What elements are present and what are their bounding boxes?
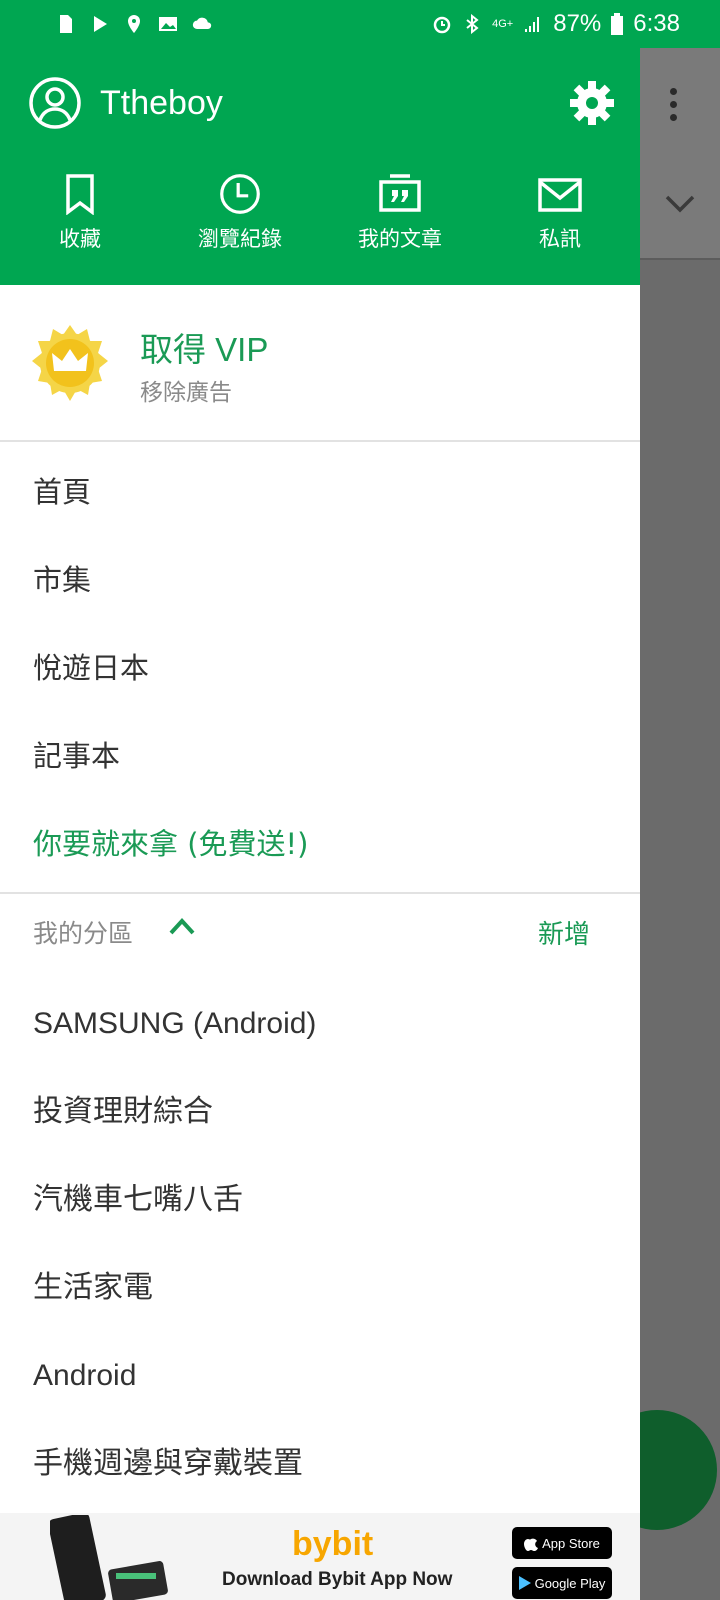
background-app-header [640,48,720,260]
ad-cta: Download Bybit App Now [222,1569,453,1590]
ad-brand: bybit [292,1525,374,1563]
drawer-header: Ttheboy 收藏 瀏覽紀錄 我的文章 私訊 [0,48,640,285]
settings-gear-icon[interactable] [569,80,615,126]
location-icon [128,15,140,33]
clock-icon [220,174,260,214]
clock-time: 6:38 [633,10,680,37]
shortcut-bookmarks[interactable]: 收藏 [0,173,160,253]
play-store-icon [94,16,107,32]
navigation-drawer: Ttheboy 收藏 瀏覽紀錄 我的文章 私訊 取得 VIP 移除廣告 首頁 市… [0,48,640,1600]
forum-item[interactable]: 投資理財綜合 [0,1068,640,1156]
shortcut-my-articles[interactable]: 我的文章 [320,173,480,253]
shortcut-label: 我的文章 [358,227,442,251]
signal-icon [525,17,540,32]
ad-banner[interactable]: bybit Download Bybit App Now App Store G… [0,1513,640,1600]
forum-item[interactable]: SAMSUNG (Android) [0,980,640,1068]
menu-item-market[interactable]: 市集 [0,536,640,624]
status-bar: 4G+ 87% 6:38 [0,0,720,48]
forum-item[interactable]: 生活家電 [0,1244,640,1332]
app-store-label: App Store [542,1535,600,1551]
avatar-icon [29,77,81,129]
app-store-badge[interactable]: App Store [512,1527,612,1559]
menu-item-home[interactable]: 首頁 [0,448,640,536]
bluetooth-icon [466,14,479,34]
google-play-label: Google Play [534,1575,606,1591]
battery-percent: 87% [553,10,602,37]
alarm-icon [433,16,451,34]
mail-icon [538,178,582,212]
shortcut-label: 收藏 [59,227,101,251]
overflow-menu-icon[interactable] [670,88,678,127]
my-sections: 我的分區 新增 SAMSUNG (Android) 投資理財綜合 汽機車七嘴八舌… [0,880,640,1508]
menu-item-free-giveaway[interactable]: 你要就來拿 (免費送!) [0,800,640,888]
image-icon [159,17,177,31]
vip-promo[interactable]: 取得 VIP 移除廣告 [0,285,640,442]
add-section-button[interactable]: 新增 [538,914,590,951]
chevron-down-icon[interactable] [664,194,696,214]
menu-item-notebook[interactable]: 記事本 [0,712,640,800]
network-label: 4G+ [492,18,514,30]
phone-illustration [50,1515,168,1600]
vip-title: 取得 VIP [140,331,269,368]
system-status: 4G+ 87% 6:38 [432,10,680,38]
shortcut-label: 瀏覽紀錄 [198,227,282,251]
apple-icon [524,1538,539,1551]
user-profile[interactable]: Ttheboy [28,76,223,130]
chevron-up-icon[interactable] [168,916,196,936]
username: Ttheboy [100,83,223,122]
vip-subtitle: 移除廣告 [140,380,232,406]
battery-icon [611,13,624,35]
shortcut-history[interactable]: 瀏覽紀錄 [160,173,320,253]
shortcut-messages[interactable]: 私訊 [480,173,640,253]
sections-header[interactable]: 我的分區 新增 [0,880,640,980]
play-icon [518,1576,531,1590]
menu-item-japan-travel[interactable]: 悅遊日本 [0,624,640,712]
shortcut-label: 私訊 [539,227,581,251]
forum-item[interactable]: 手機週邊與穿戴裝置 [0,1420,640,1508]
bookmark-icon [66,174,94,215]
forum-item[interactable]: 汽機車七嘴八舌 [0,1156,640,1244]
background-app[interactable] [640,48,720,1600]
notification-icons [56,14,212,34]
forum-item[interactable]: Android [0,1332,640,1420]
quote-icon [379,174,421,212]
sections-title: 我的分區 [33,919,134,948]
google-play-badge[interactable]: Google Play [512,1567,612,1599]
crown-badge-icon [32,325,108,401]
shortcut-bar: 收藏 瀏覽紀錄 我的文章 私訊 [0,173,640,253]
document-icon [60,15,72,33]
cloud-icon [192,17,212,29]
main-menu: 首頁 市集 悅遊日本 記事本 你要就來拿 (免費送!) [0,442,640,894]
